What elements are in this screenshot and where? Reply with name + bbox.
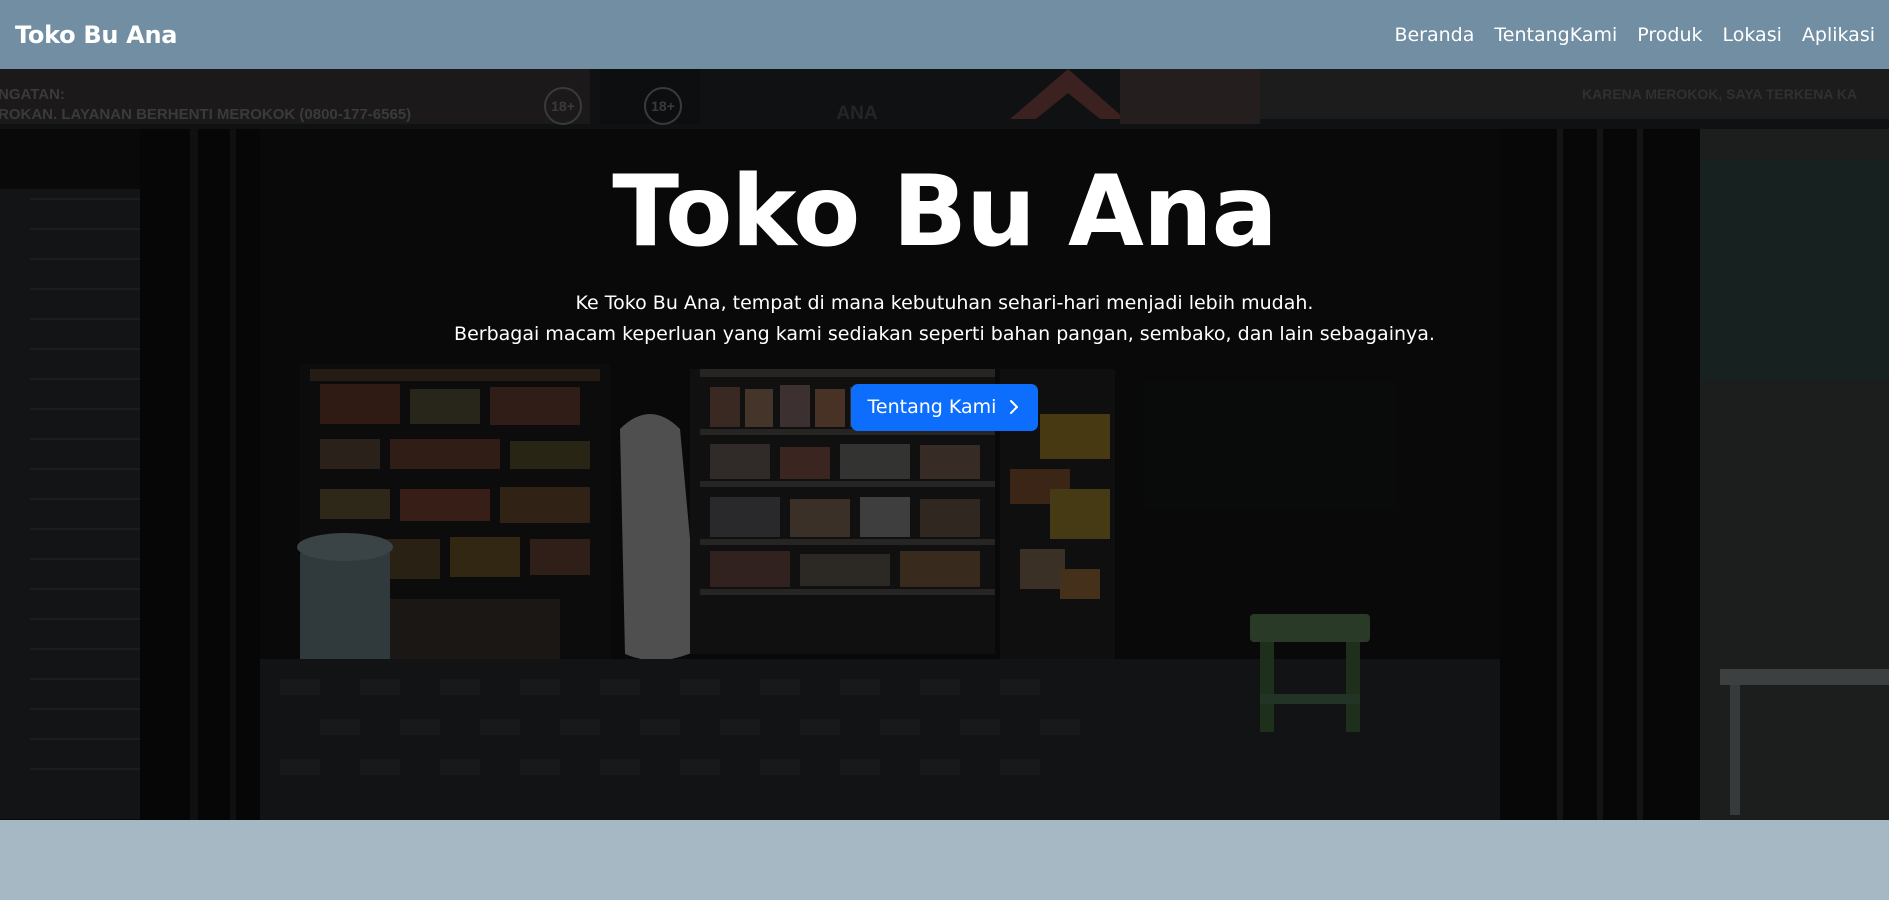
nav-link-produk[interactable]: Produk [1637,24,1702,46]
nav-link-tentangkami[interactable]: TentangKami [1494,24,1617,46]
tentang-kami-button-label: Tentang Kami [867,396,997,419]
tentang-kami-button[interactable]: Tentang Kami [850,383,1039,431]
nav-link-beranda[interactable]: Beranda [1394,24,1474,46]
brand-logo-link[interactable]: Toko Bu Ana [15,21,177,49]
hero-lead-line-1: Ke Toko Bu Ana, tempat di mana kebutuhan… [575,291,1314,314]
nav-link-lokasi[interactable]: Lokasi [1723,24,1782,46]
hero-section: NGATAN: ROKAN. LAYANAN BERHENTI MEROKOK … [0,69,1889,820]
navbar: Toko Bu Ana Beranda TentangKami Produk L… [0,0,1889,69]
hero-content: Toko Bu Ana Ke Toko Bu Ana, tempat di ma… [0,161,1889,431]
hero-lead: Ke Toko Bu Ana, tempat di mana kebutuhan… [0,288,1889,350]
below-hero-section [0,820,1889,900]
nav-links: Beranda TentangKami Produk Lokasi Aplika… [1394,24,1875,46]
hero-lead-line-2: Berbagai macam keperluan yang kami sedia… [454,322,1435,345]
nav-link-aplikasi[interactable]: Aplikasi [1802,24,1875,46]
hero-title: Toko Bu Ana [612,155,1277,269]
chevron-right-icon [1010,400,1019,415]
